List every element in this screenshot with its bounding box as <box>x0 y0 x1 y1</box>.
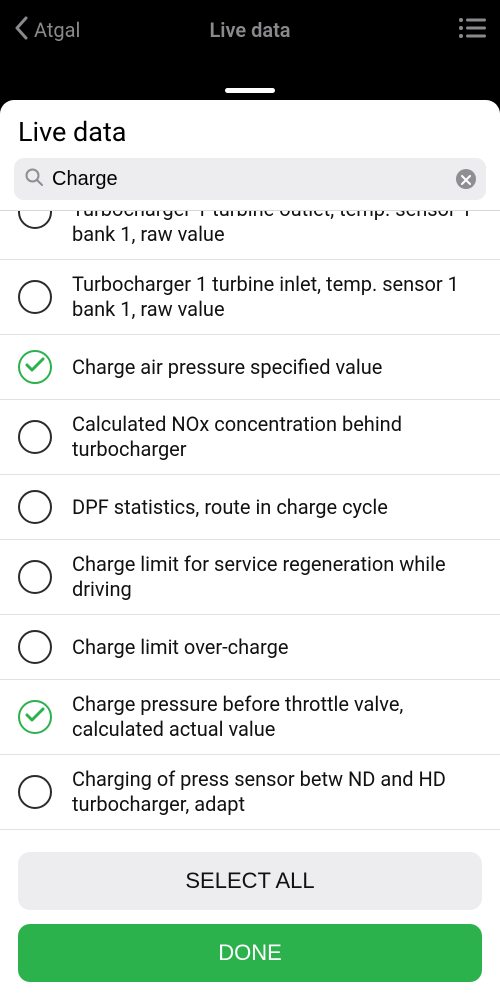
list-item-label: Charge air pressure specified value <box>72 355 482 380</box>
sheet-grabber[interactable] <box>225 88 275 93</box>
checkbox[interactable] <box>18 775 52 809</box>
sheet-title: Live data <box>0 100 500 158</box>
checkbox[interactable] <box>18 630 52 664</box>
list-item-label: Turbocharger 1 turbine inlet, temp. sens… <box>72 272 482 322</box>
checkbox[interactable] <box>18 700 52 734</box>
clear-search-button[interactable] <box>456 169 476 189</box>
list-item-label: Charge limit for service regeneration wh… <box>72 552 482 602</box>
list-item[interactable]: Turbocharger 1 turbine outlet, temp. sen… <box>0 211 500 260</box>
clear-icon <box>461 170 471 189</box>
back-button[interactable]: Atgal <box>14 16 80 45</box>
list-menu-button[interactable] <box>458 17 486 43</box>
list-item[interactable]: Calculated NOx concentration behind turb… <box>0 400 500 475</box>
search-container <box>0 158 500 208</box>
checkbox[interactable] <box>18 280 52 314</box>
footer: SELECT ALL DONE <box>0 840 500 1000</box>
list-item-label: Charging of press sensor betw ND and HD … <box>72 767 482 817</box>
checkbox[interactable] <box>18 560 52 594</box>
list-item-label: Turbocharger 1 turbine outlet, temp. sen… <box>72 210 482 247</box>
list-item[interactable]: Charging of press sensor betw ND and HD … <box>0 755 500 830</box>
chevron-left-icon <box>14 16 28 45</box>
list-item-label: Charge limit over-charge <box>72 635 482 660</box>
list-item[interactable]: Charge limit for service regeneration wh… <box>0 540 500 615</box>
search-field[interactable] <box>14 158 486 200</box>
list-icon <box>458 24 486 43</box>
list-item[interactable]: Charge pressure, actual deviation after … <box>0 830 500 840</box>
done-button[interactable]: DONE <box>18 924 482 982</box>
top-nav: Atgal Live data <box>0 0 500 60</box>
select-all-button[interactable]: SELECT ALL <box>18 852 482 910</box>
check-icon <box>25 707 45 727</box>
back-label: Atgal <box>34 18 80 42</box>
list-item-label: Calculated NOx concentration behind turb… <box>72 412 482 462</box>
search-icon <box>24 167 44 191</box>
checkbox[interactable] <box>18 210 52 229</box>
list-item-label: DPF statistics, route in charge cycle <box>72 495 482 520</box>
check-icon <box>25 357 45 377</box>
list-item[interactable]: DPF statistics, route in charge cycle <box>0 475 500 540</box>
list-item[interactable]: Charge pressure before throttle valve, c… <box>0 680 500 755</box>
list-item[interactable]: Turbocharger 1 turbine inlet, temp. sens… <box>0 260 500 335</box>
checkbox[interactable] <box>18 490 52 524</box>
checkbox[interactable] <box>18 350 52 384</box>
list-item[interactable]: Charge air pressure specified value <box>0 335 500 400</box>
sheet: Live data Turbocharger 1 turbine outlet,… <box>0 100 500 1000</box>
search-input[interactable] <box>52 168 448 191</box>
parameter-list[interactable]: Turbocharger 1 turbine outlet, temp. sen… <box>0 210 500 840</box>
list-item-label: Charge pressure before throttle valve, c… <box>72 692 482 742</box>
nav-title: Live data <box>209 18 290 42</box>
list-item[interactable]: Charge limit over-charge <box>0 615 500 680</box>
checkbox[interactable] <box>18 420 52 454</box>
